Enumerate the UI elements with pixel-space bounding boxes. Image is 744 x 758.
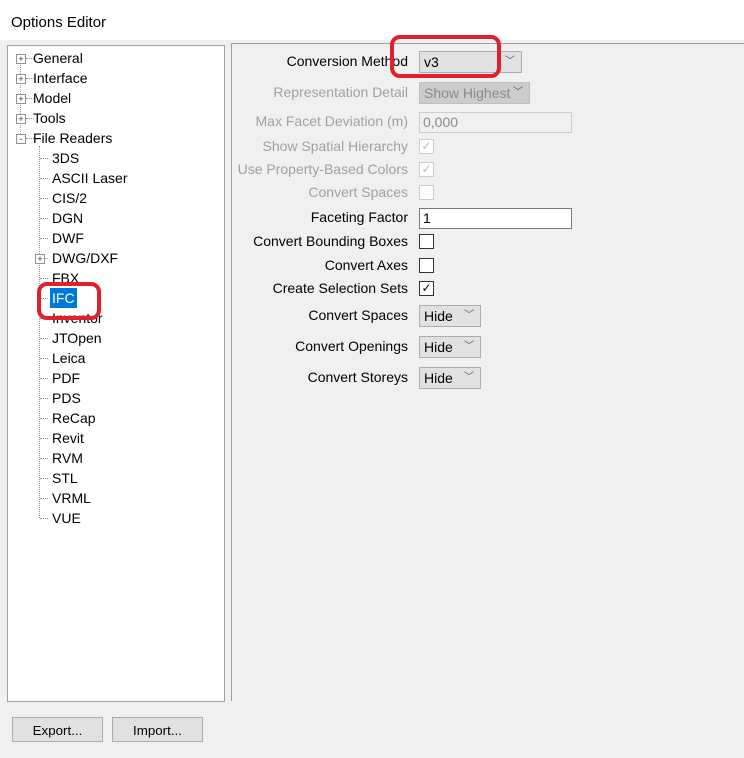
- chevron-down-icon: ﹀: [464, 372, 474, 383]
- tree-item[interactable]: ASCII Laser: [52, 168, 127, 188]
- tree-item[interactable]: General: [33, 48, 83, 68]
- setting-label: Convert Axes: [324, 257, 408, 273]
- setting-label: Use Property-Based Colors: [237, 161, 408, 177]
- representation-detail-dropdown: Show Highest ﹀: [419, 82, 530, 104]
- tree-item[interactable]: CIS/2: [52, 188, 87, 208]
- convert-spaces-value: Hide: [424, 308, 453, 324]
- tree-line: [40, 398, 48, 399]
- convert-bounding-boxes-checkbox[interactable]: [419, 234, 434, 249]
- tree-item[interactable]: DWF: [52, 228, 84, 248]
- tree-item[interactable]: RVM: [52, 448, 83, 468]
- convert-openings-dropdown[interactable]: Hide ﹀: [419, 336, 481, 358]
- expander-plus-icon[interactable]: +: [16, 114, 26, 124]
- tree-item[interactable]: Leica: [52, 348, 85, 368]
- create-selection-sets-checkbox[interactable]: ✓: [419, 281, 434, 296]
- setting-label: Convert Bounding Boxes: [253, 233, 408, 249]
- convert-openings-value: Hide: [424, 339, 453, 355]
- tree-item[interactable]: VRML: [52, 488, 91, 508]
- convert-storeys-dropdown[interactable]: Hide ﹀: [419, 367, 481, 389]
- expander-plus-icon[interactable]: +: [35, 254, 45, 264]
- tree-line: [40, 218, 48, 219]
- checkmark-icon: ✓: [421, 139, 432, 153]
- checkmark-icon: ✓: [421, 162, 432, 176]
- setting-label: Show Spatial Hierarchy: [262, 138, 408, 154]
- tree-line: [40, 278, 48, 279]
- chevron-down-icon: ﹀: [464, 341, 474, 352]
- tree-item[interactable]: JTOpen: [52, 328, 102, 348]
- tree-line: [40, 418, 48, 419]
- tree-item[interactable]: File Readers: [33, 128, 112, 148]
- chevron-down-icon: ﹀: [464, 310, 474, 321]
- annotation-highlight-ifc: [37, 282, 101, 320]
- checkmark-icon: ✓: [421, 281, 432, 295]
- tree-line: [40, 498, 48, 499]
- use-property-based-colors-checkbox: ✓: [419, 162, 434, 177]
- setting-label: Convert Openings: [295, 338, 408, 354]
- setting-label: Create Selection Sets: [272, 280, 408, 296]
- tree-item[interactable]: DGN: [52, 208, 83, 228]
- tree-line: [39, 146, 40, 518]
- faceting-factor-input[interactable]: 1: [419, 208, 572, 229]
- tree-item[interactable]: PDF: [52, 368, 80, 388]
- tree-item[interactable]: Revit: [52, 428, 84, 448]
- annotation-highlight-conversion-method: [390, 35, 501, 78]
- expander-plus-icon[interactable]: +: [16, 94, 26, 104]
- convert-axes-checkbox[interactable]: [419, 258, 434, 273]
- title-bar: Options Editor: [0, 0, 744, 40]
- tree-line: [40, 338, 48, 339]
- tree-item[interactable]: STL: [52, 468, 78, 488]
- setting-label: Representation Detail: [273, 84, 408, 100]
- tree-line: [40, 158, 48, 159]
- tree-item[interactable]: Interface: [33, 68, 87, 88]
- tree-line: [40, 238, 48, 239]
- expander-plus-icon[interactable]: +: [16, 74, 26, 84]
- chevron-down-icon: ﹀: [505, 56, 515, 67]
- window-title: Options Editor: [11, 14, 107, 31]
- convert-spaces-checkbox: [419, 185, 434, 200]
- setting-label: Max Facet Deviation (m): [255, 113, 408, 129]
- setting-label: Faceting Factor: [310, 209, 408, 225]
- tree-item[interactable]: PDS: [52, 388, 81, 408]
- expander-plus-icon[interactable]: +: [16, 54, 26, 64]
- import-button[interactable]: Import...: [112, 717, 203, 742]
- convert-spaces-dropdown[interactable]: Hide ﹀: [419, 305, 481, 327]
- tree-line: [40, 518, 48, 519]
- tree-item[interactable]: DWG/DXF: [52, 248, 118, 268]
- tree-item[interactable]: ReCap: [52, 408, 96, 428]
- options-tree[interactable]: + General + Interface + Model + Tools - File Read…: [7, 45, 225, 702]
- setting-label: Convert Spaces: [308, 184, 408, 200]
- tree-line: [40, 198, 48, 199]
- tree-line: [40, 358, 48, 359]
- show-spatial-hierarchy-checkbox: ✓: [419, 139, 434, 154]
- expander-minus-icon[interactable]: -: [16, 134, 26, 144]
- tree-item[interactable]: Model: [33, 88, 71, 108]
- max-facet-deviation-m-input: 0,000: [419, 112, 572, 133]
- setting-label: Convert Spaces: [308, 307, 408, 323]
- tree-line: [40, 378, 48, 379]
- settings-panel: Conversion Method v3 ﹀ Representation Detai…: [231, 43, 744, 701]
- tree-item[interactable]: VUE: [52, 508, 81, 528]
- tree-line: [40, 458, 48, 459]
- setting-label: Convert Storeys: [307, 369, 408, 385]
- export-button[interactable]: Export...: [12, 717, 103, 742]
- tree-line: [40, 478, 48, 479]
- convert-storeys-value: Hide: [424, 370, 453, 386]
- tree-line: [40, 438, 48, 439]
- tree-item[interactable]: Tools: [33, 108, 66, 128]
- tree-item[interactable]: 3DS: [52, 148, 79, 168]
- chevron-down-icon: ﹀: [513, 87, 523, 98]
- tree-line: [40, 178, 48, 179]
- representation-detail-value: Show Highest: [424, 85, 511, 101]
